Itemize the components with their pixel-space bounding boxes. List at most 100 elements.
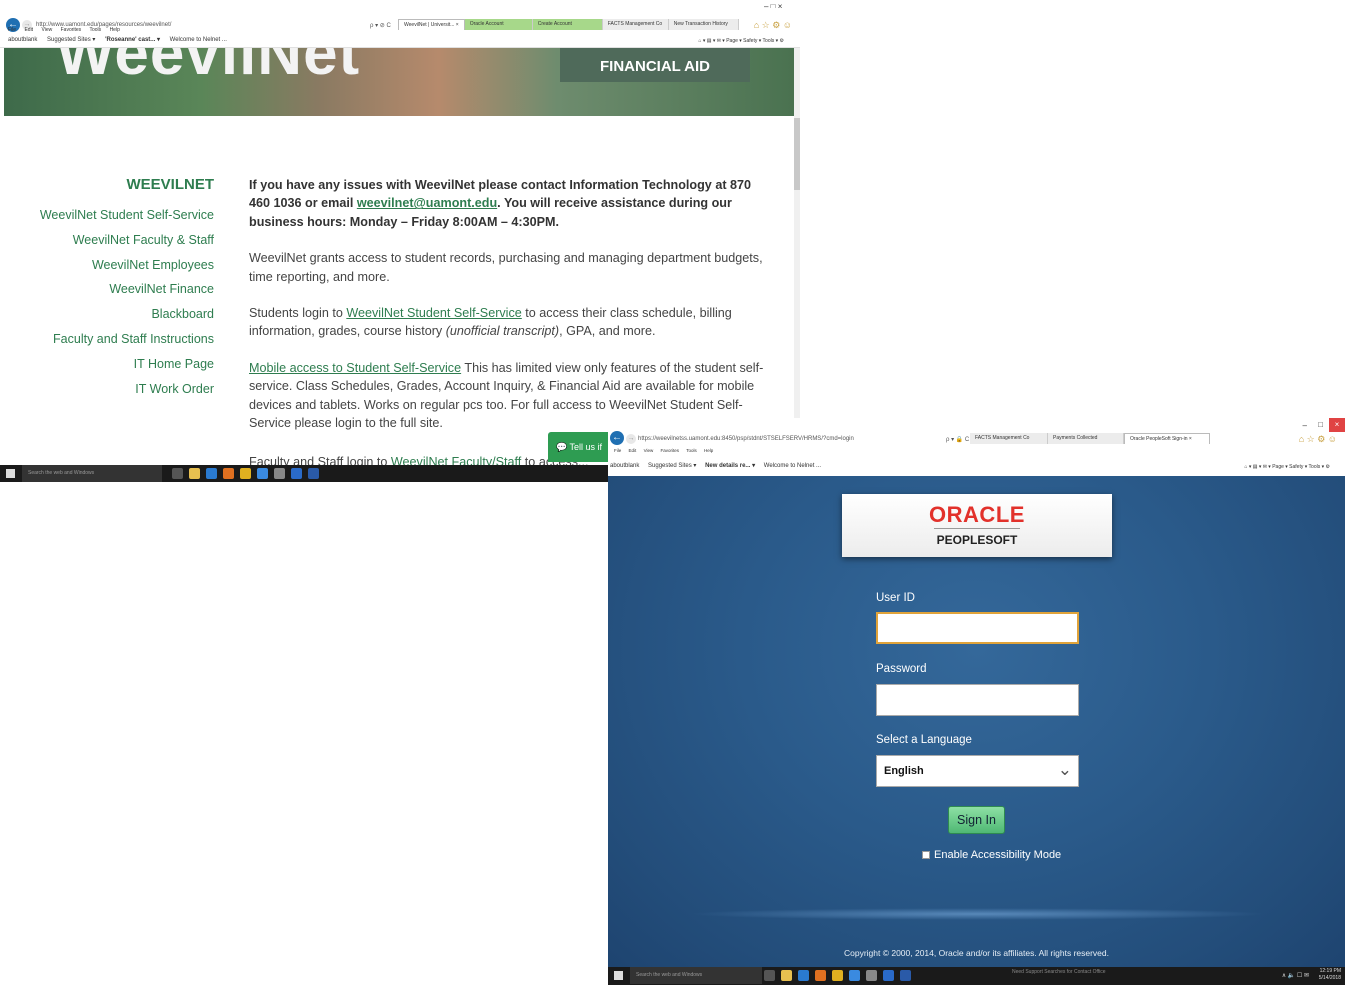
sidebar-link-it-work-order[interactable]: IT Work Order — [20, 377, 214, 402]
firefox-icon[interactable] — [815, 970, 826, 981]
internet-explorer-icon[interactable] — [206, 468, 217, 479]
logo-divider — [934, 528, 1020, 529]
menu-bar: File Edit View Favorites Tools Help — [608, 448, 1345, 455]
mail-icon[interactable] — [257, 468, 268, 479]
language-select[interactable]: English ⌄ — [876, 755, 1079, 787]
fav-aboutblank[interactable]: aboutblank — [610, 463, 639, 469]
close-button[interactable]: × — [1329, 418, 1345, 432]
language-label: Select a Language — [876, 734, 972, 746]
financial-aid-label: FINANCIAL AID — [600, 58, 710, 75]
page-scrollbar[interactable] — [794, 48, 800, 418]
fav-suggested-sites[interactable]: Suggested Sites ▾ — [47, 37, 95, 43]
contact-paragraph: If you have any issues with WeevilNet pl… — [249, 176, 769, 231]
student-self-service-link[interactable]: WeevilNet Student Self-Service — [346, 306, 521, 320]
menu-help[interactable]: Help — [110, 27, 120, 33]
menu-file[interactable]: File — [8, 27, 16, 33]
windows-start-icon[interactable] — [614, 971, 623, 980]
chrome-icon[interactable] — [240, 468, 251, 479]
unofficial-transcript-text: (unofficial transcript) — [445, 324, 560, 339]
sidebar-link-it-home[interactable]: IT Home Page — [20, 352, 214, 377]
taskbar-search[interactable]: Search the web and Windows — [22, 465, 162, 482]
taskbar-search[interactable]: Search the web and Windows — [630, 967, 762, 984]
password-input[interactable] — [876, 684, 1079, 716]
taskbar: Search the web and Windows — [0, 465, 608, 482]
tab-facts-management[interactable]: FACTS Management Co — [970, 433, 1048, 444]
outlook-icon[interactable] — [883, 970, 894, 981]
windows-start-icon[interactable] — [6, 469, 15, 478]
fav-aboutblank[interactable]: aboutblank — [8, 37, 37, 43]
password-label: Password — [876, 663, 927, 675]
fav-nelnet[interactable]: Welcome to Nelnet ... — [170, 37, 227, 43]
outlook-icon[interactable] — [291, 468, 302, 479]
chevron-down-icon: ⌄ — [1057, 760, 1072, 779]
menu-view[interactable]: View — [41, 27, 52, 33]
fav-suggested-sites[interactable]: Suggested Sites ▾ — [648, 463, 696, 469]
sidebar: WEEVILNET WeevilNet Student Self-Service… — [20, 176, 214, 401]
peoplesoft-wordmark: PEOPLESOFT — [936, 533, 1018, 547]
feedback-button[interactable]: 💬 Tell us if — [548, 432, 612, 462]
address-input[interactable]: https://weevilnetss.uamont.edu:8450/psp/… — [638, 436, 854, 442]
internet-explorer-icon[interactable] — [798, 970, 809, 981]
sidebar-link-finance[interactable]: WeevilNet Finance — [20, 277, 214, 302]
task-view-icon[interactable] — [764, 970, 775, 981]
tab-oracle-signin[interactable]: Oracle PeopleSoft Sign-in × — [1124, 433, 1210, 444]
menu-favorites[interactable]: Favorites — [61, 27, 82, 33]
accessibility-checkbox[interactable] — [922, 851, 930, 860]
task-view-icon[interactable] — [172, 468, 183, 479]
intro-paragraph: WeevilNet grants access to student recor… — [249, 251, 763, 284]
file-explorer-icon[interactable] — [781, 970, 792, 981]
menu-view[interactable]: View — [644, 448, 654, 453]
students-paragraph: Students login to WeevilNet Student Self… — [249, 304, 769, 341]
menu-edit[interactable]: Edit — [629, 448, 637, 453]
menu-tools[interactable]: Tools — [686, 448, 697, 453]
menu-tools[interactable]: Tools — [89, 27, 101, 33]
hero-banner: WeevilNet FINANCIAL AID — [4, 48, 794, 116]
forward-button[interactable]: → — [626, 434, 636, 444]
app-icon[interactable] — [274, 468, 285, 479]
maximize-button[interactable]: □ — [1318, 420, 1323, 429]
file-explorer-icon[interactable] — [189, 468, 200, 479]
menu-favorites[interactable]: Favorites — [661, 448, 680, 453]
sidebar-heading: WEEVILNET — [126, 176, 214, 193]
main-content: If you have any issues with WeevilNet pl… — [249, 176, 769, 450]
browser-window-peoplesoft: – □ × ← → https://weevilnetss.uamont.edu… — [608, 418, 1345, 985]
word-icon[interactable] — [308, 468, 319, 479]
address-tools-icon[interactable]: ρ ▾ 🔒 C — [946, 436, 969, 443]
hero-title: WeevilNet — [56, 48, 361, 88]
chrome-icon[interactable] — [832, 970, 843, 981]
accessibility-checkbox-row[interactable]: Enable Accessibility Mode — [922, 849, 1061, 861]
home-star-gear-icons[interactable]: ⌂ ☆ ⚙ ☺ — [1299, 434, 1337, 445]
command-bar[interactable]: ⌂ ▾ ▤ ▾ ✉ ▾ Page ▾ Safety ▾ Tools ▾ ⚙ — [698, 38, 784, 44]
firefox-icon[interactable] — [223, 468, 234, 479]
minimize-button[interactable]: – — [1303, 421, 1307, 430]
word-icon[interactable] — [900, 970, 911, 981]
menu-help[interactable]: Help — [704, 448, 713, 453]
app-icon[interactable] — [866, 970, 877, 981]
sidebar-link-instructions[interactable]: Faculty and Staff Instructions — [20, 327, 214, 352]
fav-nelnet[interactable]: Welcome to Nelnet ... — [764, 463, 821, 469]
menu-edit[interactable]: Edit — [24, 27, 33, 33]
scrollbar-thumb[interactable] — [794, 118, 800, 190]
mail-icon[interactable] — [849, 970, 860, 981]
clock-time: 12:19 PM — [1319, 968, 1341, 974]
user-id-input[interactable] — [876, 612, 1079, 644]
fav-roseanne[interactable]: 'Roseanne' cast... ▾ — [105, 37, 160, 43]
taskbar-notice: Need Support Searches for Contact Office — [1012, 969, 1106, 975]
sign-in-button[interactable]: Sign In — [948, 806, 1005, 834]
tab-payments-collected[interactable]: Payments Collected — [1048, 433, 1124, 444]
taskbar-apps — [172, 468, 319, 479]
sidebar-link-employees[interactable]: WeevilNet Employees — [20, 253, 214, 278]
email-link[interactable]: weevilnet@uamont.edu — [357, 196, 497, 210]
system-tray-icons[interactable]: ∧ 🔈 ☐ ✉ — [1282, 972, 1309, 979]
financial-aid-badge[interactable]: FINANCIAL AID — [560, 48, 750, 82]
back-button[interactable]: ← — [610, 431, 624, 445]
sidebar-link-blackboard[interactable]: Blackboard — [20, 302, 214, 327]
sidebar-link-student-self-service[interactable]: WeevilNet Student Self-Service — [20, 203, 214, 228]
taskbar: Search the web and Windows Need Support … — [608, 967, 1345, 985]
command-bar[interactable]: ⌂ ▾ ▤ ▾ ✉ ▾ Page ▾ Safety ▾ Tools ▾ ⚙ — [1244, 464, 1330, 470]
fav-new-details[interactable]: New details re... ▾ — [705, 463, 755, 469]
taskbar-clock[interactable]: 12:19 PM 5/14/2018 — [1319, 968, 1341, 982]
sidebar-link-faculty-staff[interactable]: WeevilNet Faculty & Staff — [20, 228, 214, 253]
mobile-access-link[interactable]: Mobile access to Student Self-Service — [249, 361, 461, 375]
menu-file[interactable]: File — [614, 448, 621, 453]
